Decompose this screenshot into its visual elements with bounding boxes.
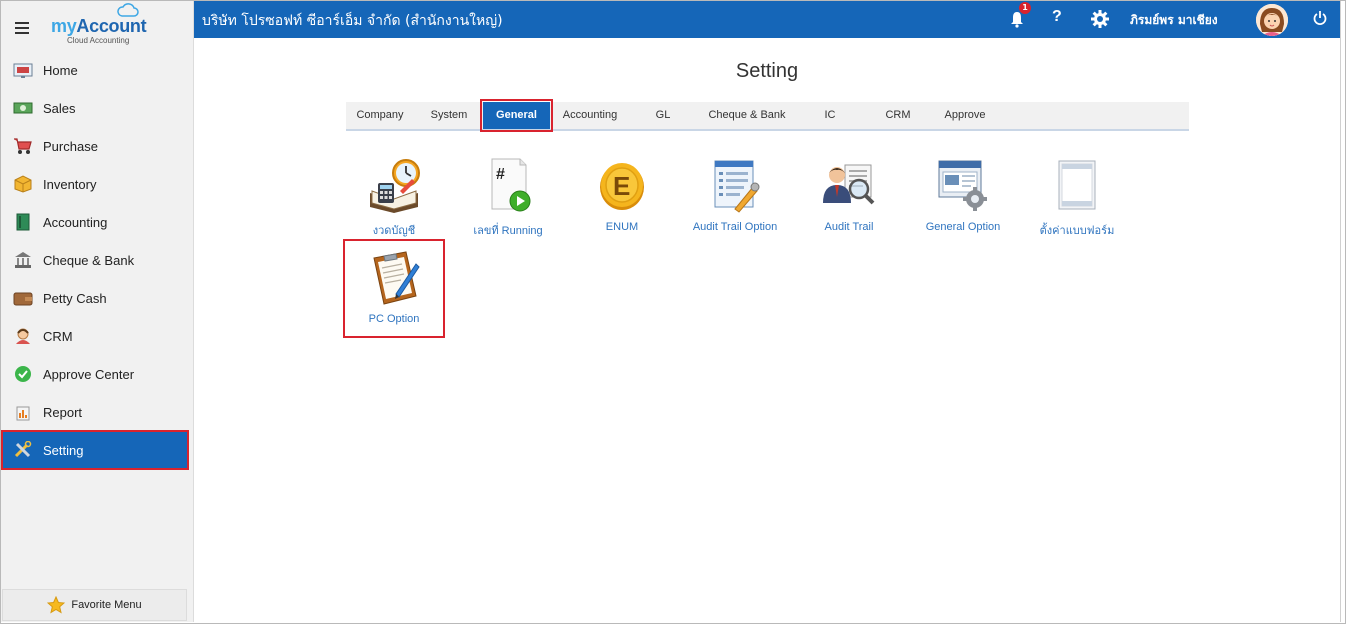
sidebar-item-label: Report [43, 404, 83, 420]
sidebar-item-report[interactable]: Report [1, 393, 194, 431]
inventory-box-icon [13, 175, 33, 193]
notification-button[interactable]: 1 [1010, 2, 1031, 31]
sidebar-item-label: Cheque & Bank [43, 252, 135, 268]
favorite-menu-label: Favorite Menu [71, 599, 142, 611]
tab-ic[interactable]: IC [820, 102, 840, 129]
sidebar-item-setting[interactable]: Setting [1, 430, 189, 470]
cloud-icon [117, 3, 139, 17]
avatar[interactable] [1256, 4, 1288, 36]
wallet-icon [13, 289, 33, 307]
sidebar-item-inventory[interactable]: Inventory [1, 165, 194, 203]
sales-icon [13, 99, 33, 117]
audit-trail-icon [819, 155, 879, 215]
accounting-period-icon [364, 155, 424, 215]
tile-audit-trail[interactable]: Audit Trail [800, 155, 898, 233]
svg-text:#: # [496, 166, 505, 183]
power-icon [1313, 11, 1327, 25]
sidebar-item-home[interactable]: Home [1, 51, 194, 89]
sidebar-item-accounting[interactable]: Accounting [1, 203, 194, 241]
sidebar-item-petty-cash[interactable]: Petty Cash [1, 279, 194, 317]
sidebar-item-label: Purchase [43, 138, 98, 154]
app-frame [0, 0, 1346, 624]
tile-general-option[interactable]: General Option [914, 155, 1012, 233]
tile-audit-trail-option[interactable]: Audit Trail Option [686, 155, 784, 233]
page-title: Setting [735, 60, 799, 82]
enum-coin-icon: E [592, 155, 652, 215]
tile-form-setting[interactable]: ตั้งค่าแบบฟอร์ม [1028, 155, 1126, 239]
sidebar-item-approve-center[interactable]: Approve Center [1, 355, 194, 393]
hamburger-menu-icon[interactable] [15, 22, 29, 34]
gear-icon [1091, 10, 1109, 28]
user-avatar-icon [1256, 4, 1288, 36]
sidebar-item-label: Sales [43, 100, 76, 116]
sidebar-item-label: Accounting [43, 214, 108, 230]
tab-system[interactable]: System [426, 102, 472, 129]
setting-tools-icon [13, 441, 33, 459]
pc-option-clipboard-icon [364, 247, 424, 307]
tile-label: Audit Trail [824, 221, 874, 233]
tile-running-number[interactable]: # เลขที่ Running [459, 155, 557, 239]
logo-text: myAccount [51, 16, 147, 37]
sidebar-item-label: CRM [43, 328, 73, 344]
tab-company[interactable]: Company [352, 102, 408, 129]
help-button[interactable]: ? [1052, 8, 1062, 26]
tile-accounting-period[interactable]: งวดบัญชี [345, 155, 443, 239]
logo-my: my [51, 16, 77, 36]
star-icon [47, 596, 66, 614]
tile-label: General Option [925, 221, 1001, 233]
sidebar-item-label: Petty Cash [43, 290, 107, 306]
tab-general[interactable]: General [480, 99, 553, 132]
bank-icon [13, 251, 33, 269]
tile-label: Audit Trail Option [692, 221, 778, 233]
sidebar-item-cheque-bank[interactable]: Cheque & Bank [1, 241, 194, 279]
sidebar-item-crm[interactable]: CRM [1, 317, 194, 355]
tile-pc-option[interactable]: PC Option [343, 239, 445, 338]
svg-text:E: E [613, 171, 630, 201]
tab-gl[interactable]: GL [650, 102, 676, 129]
tab-crm[interactable]: CRM [882, 102, 914, 129]
sidebar-item-label: Home [43, 62, 78, 78]
report-icon [13, 403, 33, 421]
tile-enum[interactable]: E ENUM [573, 155, 671, 233]
scrollbar-track[interactable] [1340, 1, 1345, 622]
settings-button[interactable] [1091, 10, 1109, 31]
help-icon: ? [1052, 8, 1062, 25]
favorite-menu-button[interactable]: Favorite Menu [2, 589, 187, 621]
sidebar-item-sales[interactable]: Sales [1, 89, 194, 127]
company-name[interactable]: บริษัท โปรซอฟท์ ซีอาร์เอ็ม จำกัด (สำนักง… [202, 10, 503, 32]
form-setting-icon [1047, 155, 1107, 215]
sidebar-item-label: Inventory [43, 176, 97, 192]
brand-header: myAccount Cloud Accounting [1, 1, 194, 47]
tab-cheque-bank[interactable]: Cheque & Bank [704, 102, 790, 129]
tile-label: PC Option [368, 313, 420, 325]
notification-badge: 1 [1019, 2, 1031, 14]
tile-label: เลขที่ Running [473, 225, 543, 237]
tab-approve[interactable]: Approve [940, 102, 990, 129]
sidebar-nav: Home Sales Purchase Inventory Accounting [1, 51, 194, 470]
logo-subtitle: Cloud Accounting [67, 36, 130, 45]
accounting-book-icon [13, 213, 33, 231]
sidebar-item-purchase[interactable]: Purchase [1, 127, 194, 165]
home-icon [13, 61, 33, 79]
general-option-icon [933, 155, 993, 215]
crm-person-icon [13, 327, 33, 345]
tile-label: งวดบัญชี [372, 225, 416, 237]
running-number-icon: # [478, 155, 538, 215]
sidebar-item-label: Setting [43, 442, 84, 458]
app-logo[interactable]: myAccount Cloud Accounting [51, 3, 151, 45]
top-bar: บริษัท โปรซอฟท์ ซีอาร์เอ็ม จำกัด (สำนักง… [194, 1, 1340, 38]
audit-trail-option-icon [705, 155, 765, 215]
tab-accounting[interactable]: Accounting [559, 102, 621, 129]
tile-label: ตั้งค่าแบบฟอร์ม [1039, 225, 1115, 237]
logout-button[interactable] [1313, 10, 1327, 29]
logo-account: Account [76, 16, 147, 36]
purchase-cart-icon [13, 137, 33, 155]
approve-check-icon [13, 365, 33, 383]
sidebar: myAccount Cloud Accounting Home Sales Pu… [1, 1, 194, 622]
user-name[interactable]: ภิรมย์พร มาเชียง [1130, 11, 1218, 30]
settings-tabs: Company System General Accounting GL Che… [346, 99, 1189, 132]
tile-label: ENUM [605, 221, 639, 233]
sidebar-item-label: Approve Center [43, 366, 135, 382]
